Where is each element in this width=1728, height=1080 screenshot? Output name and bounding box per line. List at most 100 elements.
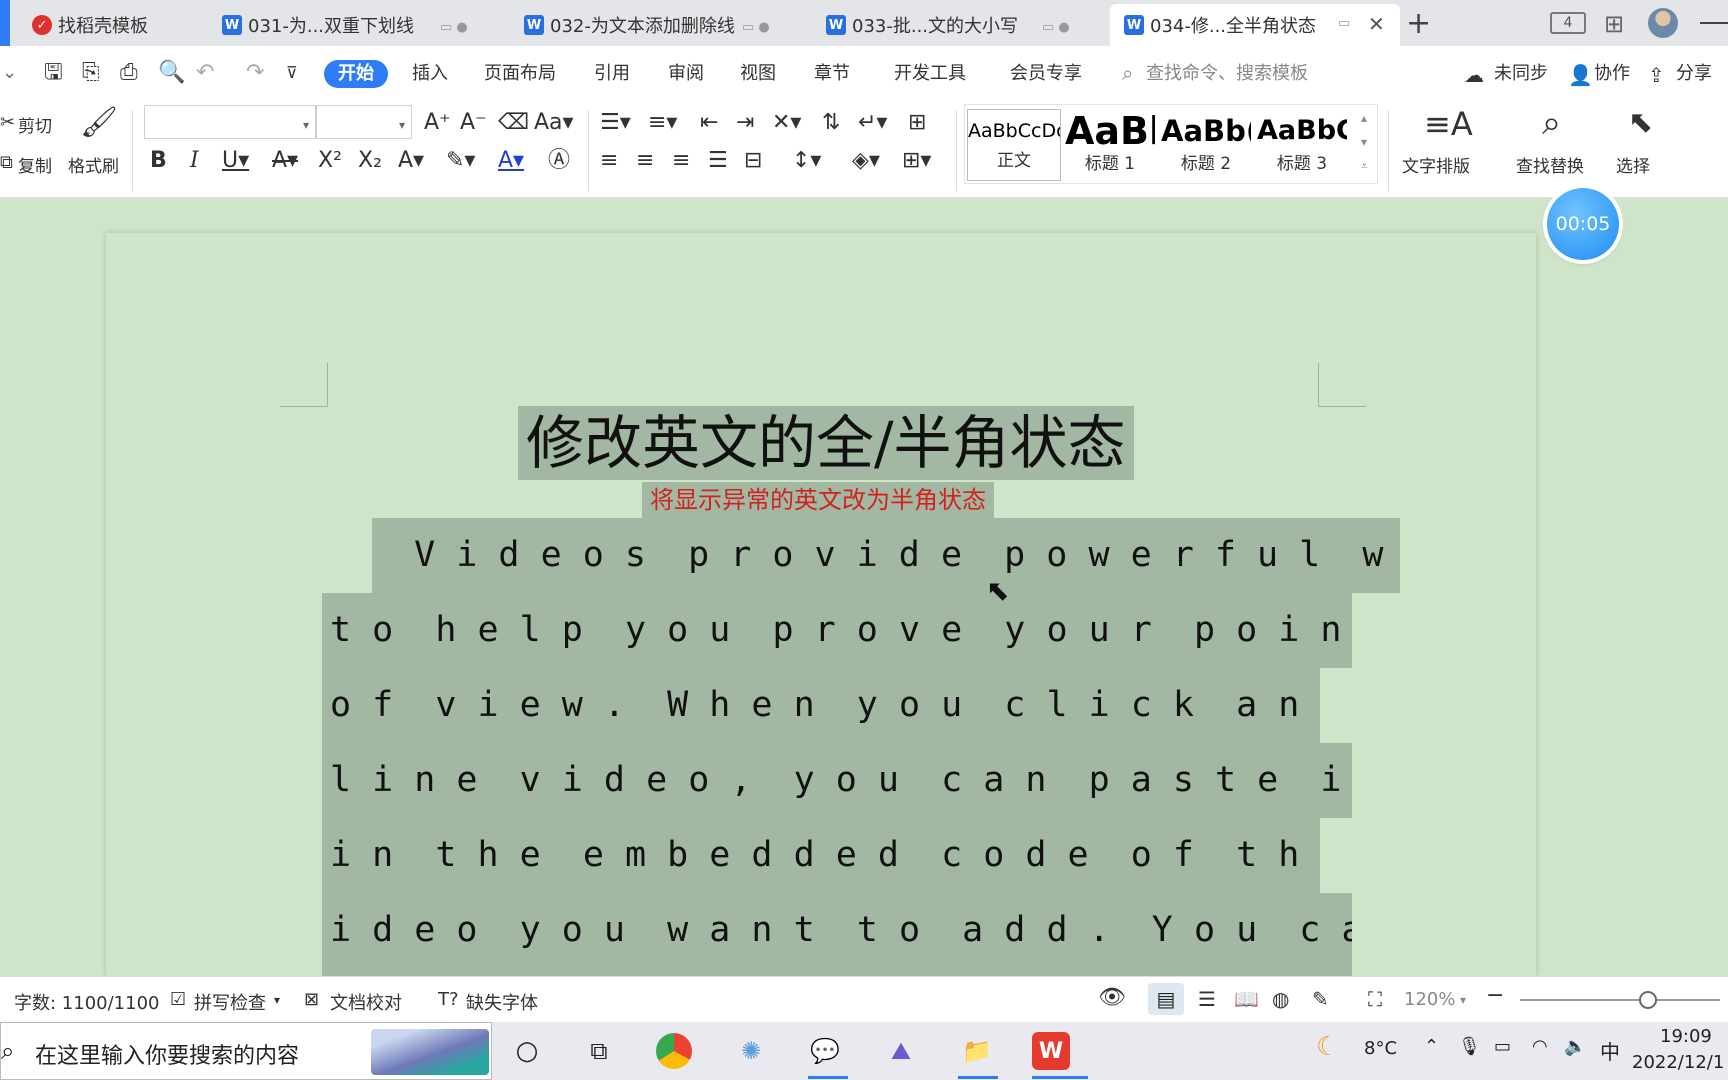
- tab-pin-icon[interactable]: ▭ ●: [1042, 20, 1070, 35]
- page-view-button[interactable]: ▤: [1148, 983, 1184, 1015]
- word-count[interactable]: 字数: 1100/1100: [14, 989, 159, 1015]
- increase-indent-icon[interactable]: ⇥: [736, 112, 754, 134]
- clock-date[interactable]: 2022/12/1: [1632, 1052, 1724, 1073]
- proofread-icon[interactable]: ⊠: [304, 989, 319, 1010]
- text-effect-icon[interactable]: A▾: [398, 150, 424, 172]
- gallery-scroll-up-icon[interactable]: ▴: [1361, 107, 1367, 129]
- body-line[interactable]: t o h e l p y o u p r o v e y o u r p o …: [322, 593, 1352, 668]
- find-replace-icon[interactable]: ⌕: [1542, 106, 1561, 140]
- copy-icon[interactable]: ⧉: [0, 152, 13, 174]
- line-spacing-icon[interactable]: ↕▾: [792, 150, 821, 172]
- taskbar-search-input[interactable]: 在这里输入你要搜索的内容: [35, 1038, 299, 1070]
- spell-check-icon[interactable]: ☑: [170, 989, 186, 1010]
- grow-font-icon[interactable]: A⁺: [424, 112, 451, 134]
- bold-icon[interactable]: B: [150, 150, 167, 172]
- photos-app-icon[interactable]: ⛰: [882, 1032, 920, 1070]
- char-border-icon[interactable]: Ⓐ: [548, 150, 570, 172]
- fit-page-icon[interactable]: ⛶: [1368, 987, 1382, 1011]
- select-button[interactable]: 选择: [1616, 152, 1650, 177]
- wps-office-icon[interactable]: W: [1032, 1032, 1070, 1070]
- body-line[interactable]: i n t h e e m b e d d e d c o d e o f t …: [322, 818, 1320, 893]
- sort-icon[interactable]: ⇅: [822, 112, 840, 134]
- cortana-icon[interactable]: ○: [508, 1032, 546, 1070]
- spell-check-button[interactable]: 拼写检查: [194, 989, 266, 1015]
- body-line[interactable]: o f v i e w . W h e n y o u c l i c k a …: [322, 668, 1320, 743]
- missing-fonts-button[interactable]: 缺失字体: [466, 989, 538, 1015]
- sync-status[interactable]: 未同步: [1494, 60, 1548, 88]
- highlight-icon[interactable]: ✎▾: [446, 150, 475, 172]
- chinese-layout-icon[interactable]: ✕▾: [772, 112, 801, 134]
- outline-view-icon[interactable]: ☰: [1198, 987, 1216, 1011]
- ime-indicator[interactable]: 中: [1600, 1036, 1620, 1065]
- app-swirl-icon[interactable]: ✺: [732, 1032, 770, 1070]
- menu-view[interactable]: 视图: [740, 60, 776, 88]
- tab-034-active[interactable]: W 034-修...全半角状态 ▭ ✕: [1110, 4, 1400, 46]
- style-heading-3[interactable]: AaBbC 标题 3: [1257, 109, 1347, 181]
- zoom-slider-thumb[interactable]: [1639, 991, 1657, 1009]
- web-view-icon[interactable]: ◍: [1272, 987, 1289, 1011]
- body-line[interactable]: V i d e o s p r o v i d e p o w e r f u …: [372, 518, 1400, 593]
- body-line[interactable]: l i n e v i d e o , y o u c a n p a s t …: [322, 743, 1352, 818]
- share-button[interactable]: 分享: [1676, 60, 1712, 88]
- distribute-icon[interactable]: ⊟: [744, 150, 762, 172]
- print-icon[interactable]: ⎙: [120, 62, 138, 84]
- align-right-icon[interactable]: ≡: [672, 150, 690, 172]
- chevron-down-icon[interactable]: ▾: [1460, 993, 1466, 1007]
- eraser-icon[interactable]: ⌫: [498, 112, 529, 134]
- ruler-icon[interactable]: ⊞: [908, 112, 926, 134]
- font-size-select[interactable]: ▾: [316, 105, 412, 139]
- wifi-icon[interactable]: ◠: [1532, 1036, 1548, 1057]
- task-view-icon[interactable]: ⧉: [580, 1032, 618, 1070]
- weather-moon-icon[interactable]: ☾: [1316, 1032, 1339, 1062]
- tab-pin-icon[interactable]: ▭: [1338, 16, 1350, 31]
- borders-icon[interactable]: ⊞▾: [902, 150, 931, 172]
- tab-031[interactable]: W 031-为...双重下划线 ▭ ●: [208, 4, 498, 46]
- zoom-out-icon[interactable]: −: [1486, 983, 1504, 1008]
- undo-icon[interactable]: ↶: [196, 62, 214, 84]
- text-layout-button[interactable]: 文字排版: [1402, 152, 1470, 177]
- volume-icon[interactable]: 🔈: [1564, 1036, 1586, 1057]
- missing-font-icon[interactable]: T?: [438, 989, 459, 1010]
- cut-button[interactable]: 剪切: [18, 112, 52, 137]
- tab-pin-icon[interactable]: ▭ ●: [742, 20, 770, 35]
- weather-temp[interactable]: 8°C: [1364, 1038, 1397, 1059]
- scissors-icon[interactable]: ✂: [0, 112, 15, 134]
- style-normal[interactable]: AaBbCcDc 正文: [967, 109, 1061, 181]
- menu-home[interactable]: 开始: [324, 60, 388, 88]
- font-color-icon[interactable]: A▾: [498, 150, 524, 172]
- chevron-down-icon[interactable]: ▾: [274, 993, 280, 1007]
- tab-close-icon[interactable]: ✕: [1368, 12, 1385, 36]
- clock-time[interactable]: 19:09: [1660, 1026, 1712, 1047]
- print-preview-icon[interactable]: 🔍: [158, 62, 185, 84]
- export-pdf-icon[interactable]: ⎘: [82, 62, 100, 84]
- bullet-list-icon[interactable]: ☰▾: [600, 112, 631, 134]
- write-view-icon[interactable]: ✎: [1312, 987, 1329, 1011]
- save-icon[interactable]: 🖫: [44, 62, 63, 84]
- cloud-icon[interactable]: ☁: [1464, 64, 1484, 86]
- window-count-icon[interactable]: 4: [1550, 12, 1586, 34]
- zoom-slider[interactable]: [1520, 991, 1720, 1009]
- show-hidden-icons-icon[interactable]: ⌃: [1424, 1036, 1439, 1057]
- body-line[interactable]: i d e o y o u w a n t t o a d d . Y o u …: [322, 893, 1352, 976]
- chevron-down-icon[interactable]: ⌄: [2, 62, 17, 84]
- cursor-select-icon[interactable]: ⬉: [1628, 108, 1653, 138]
- customize-toolbar-icon[interactable]: ⊽: [286, 62, 298, 84]
- taskbar-search[interactable]: ⌕ 在这里输入你要搜索的内容: [0, 1022, 492, 1080]
- shading-icon[interactable]: ◈▾: [852, 150, 880, 172]
- format-painter-button[interactable]: 格式刷: [68, 152, 119, 177]
- microphone-icon[interactable]: 🎙: [1458, 1036, 1481, 1057]
- menu-member[interactable]: 会员专享: [1010, 60, 1082, 88]
- show-marks-icon[interactable]: ↵▾: [858, 112, 887, 134]
- minimize-button[interactable]: [1700, 22, 1728, 24]
- recording-timer[interactable]: 00:05: [1547, 188, 1619, 260]
- font-name-select[interactable]: ▾: [144, 105, 316, 139]
- proofread-button[interactable]: 文档校对: [330, 989, 402, 1015]
- style-heading-1[interactable]: AaBl 标题 1: [1065, 109, 1155, 181]
- tab-docer[interactable]: ✓ 找稻壳模板: [18, 4, 204, 46]
- chrome-icon[interactable]: [656, 1033, 692, 1069]
- document-title[interactable]: 修改英文的全/半角状态: [518, 406, 1134, 480]
- battery-icon[interactable]: ▭: [1494, 1036, 1511, 1057]
- share-icon[interactable]: ⇪: [1648, 64, 1665, 86]
- numbered-list-icon[interactable]: ≡▾: [648, 112, 677, 134]
- avatar[interactable]: [1648, 8, 1678, 38]
